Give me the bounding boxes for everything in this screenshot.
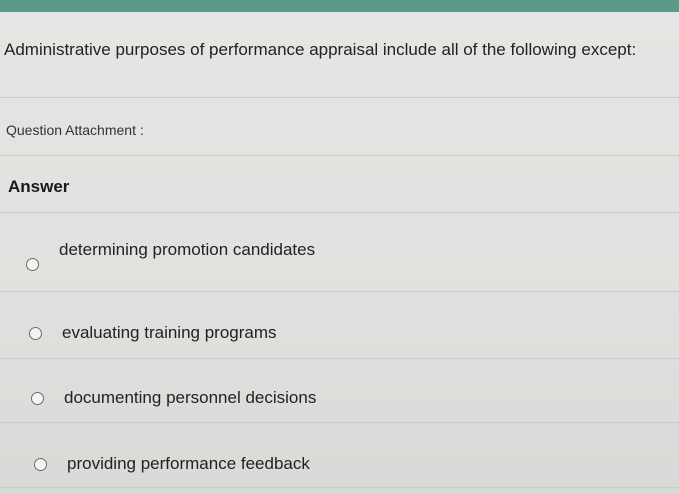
radio-button-icon[interactable] [34, 457, 47, 471]
answer-option-label[interactable]: documenting personnel decisions [64, 388, 316, 408]
radio-button-icon[interactable] [31, 391, 44, 405]
divider [0, 487, 679, 488]
answer-option[interactable]: documenting personnel decisions [31, 384, 316, 412]
divider [0, 291, 679, 292]
radio-button-icon[interactable] [29, 326, 42, 340]
answer-option-label[interactable]: determining promotion candidates [59, 240, 315, 260]
answer-option[interactable]: evaluating training programs [29, 319, 277, 347]
question-attachment-label: Question Attachment : [6, 122, 144, 138]
divider [0, 155, 679, 156]
question-panel: Administrative purposes of performance a… [0, 12, 679, 494]
answer-option-label[interactable]: providing performance feedback [67, 454, 310, 474]
answer-option[interactable]: determining promotion candidates [26, 240, 315, 271]
divider [0, 358, 679, 359]
divider [0, 97, 679, 98]
top-accent-bar [0, 0, 679, 12]
question-text: Administrative purposes of performance a… [4, 40, 637, 59]
answer-option[interactable]: providing performance feedback [34, 450, 310, 478]
divider [0, 212, 679, 213]
divider [0, 422, 679, 423]
radio-button-icon[interactable] [26, 257, 39, 271]
answer-option-label[interactable]: evaluating training programs [62, 323, 277, 343]
answer-heading: Answer [8, 177, 70, 196]
